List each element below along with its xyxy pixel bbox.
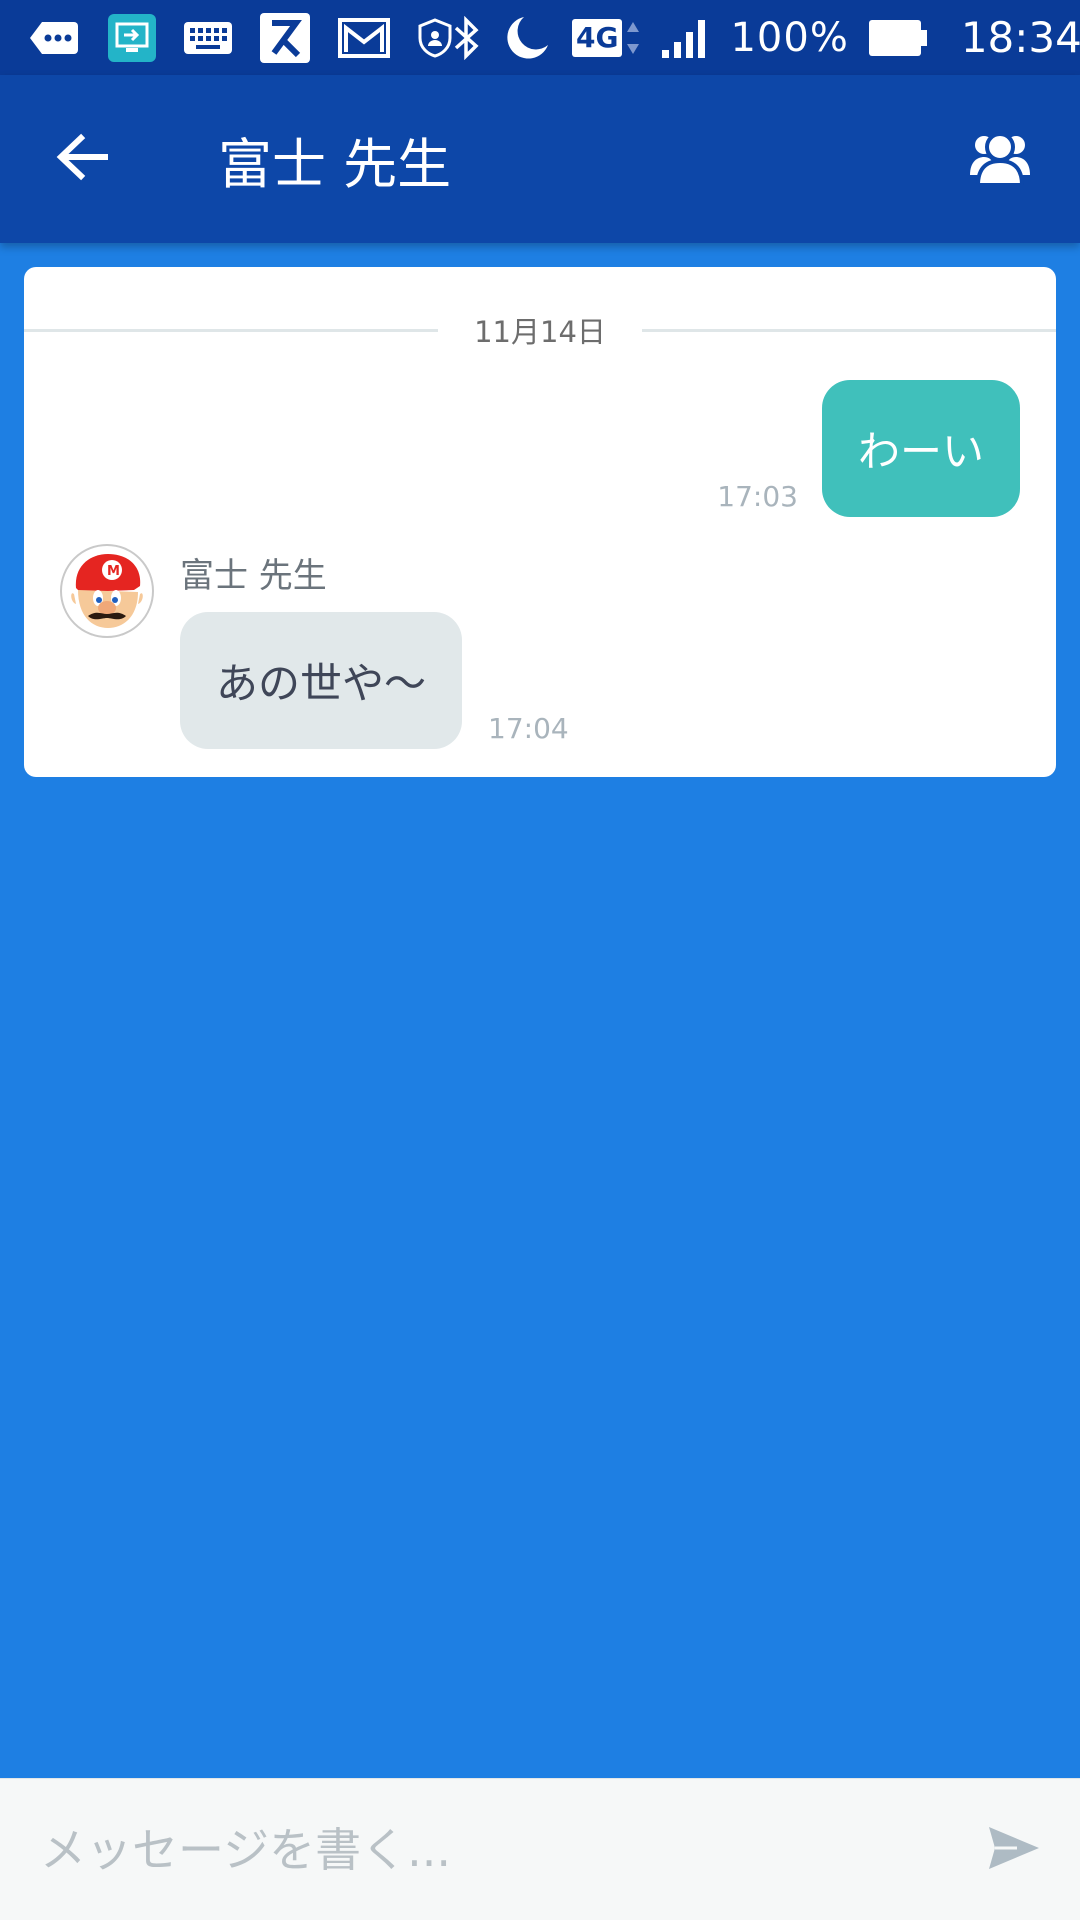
signal-icon [660,16,710,60]
group-users-icon [970,129,1030,189]
battery-percent: 100% [730,14,849,61]
back-button[interactable] [0,75,170,243]
chat-thread[interactable]: 11月14日 17:03 わーい M 富士 先生 あの世や〜 17:04 [24,267,1056,777]
keyboard-icon [184,20,232,56]
svg-text:M: M [107,564,120,579]
date-separator: 11月14日 [24,305,1056,355]
message-time: 17:04 [488,712,569,745]
mario-face-icon: M [71,554,143,628]
do-not-disturb-moon-icon [502,13,552,63]
app-k-icon [260,12,310,63]
message-input[interactable] [40,1822,984,1877]
compose-bar [0,1778,1080,1920]
network-4g-icon: 4G [572,18,640,58]
send-icon [987,1823,1041,1877]
network-type: 4G [572,18,623,57]
shield-icon [418,17,452,58]
status-icons-right: 4G 100% 18:34 [452,13,1080,63]
screen-cast-icon [108,13,156,62]
incoming-bubble[interactable]: あの世や〜 [180,612,463,749]
more-notification-icon [28,18,80,58]
page-title: 富士 先生 [218,132,452,196]
arrow-left-icon [55,133,109,185]
send-button[interactable] [984,1820,1044,1880]
divider [641,328,1056,332]
message-time: 17:03 [717,480,798,513]
outgoing-message[interactable]: 17:03 わーい [717,380,1020,517]
divider [24,328,439,332]
clock: 18:34 [960,13,1080,62]
avatar[interactable]: M [60,544,154,638]
battery-icon [868,18,929,58]
bluetooth-icon [452,15,482,60]
sender-name: 富士 先生 [180,556,327,596]
outgoing-bubble[interactable]: わーい [821,380,1020,517]
gmail-icon [338,16,390,60]
date-label: 11月14日 [474,315,606,349]
status-bar: 4G 100% 18:34 [0,0,1080,75]
status-icons-left [28,12,452,63]
incoming-row: あの世や〜 17:04 [180,612,569,749]
app-bar: 富士 先生 [0,75,1080,243]
incoming-message[interactable]: M 富士 先生 あの世や〜 17:04 [60,544,1020,764]
members-button[interactable] [960,119,1040,199]
